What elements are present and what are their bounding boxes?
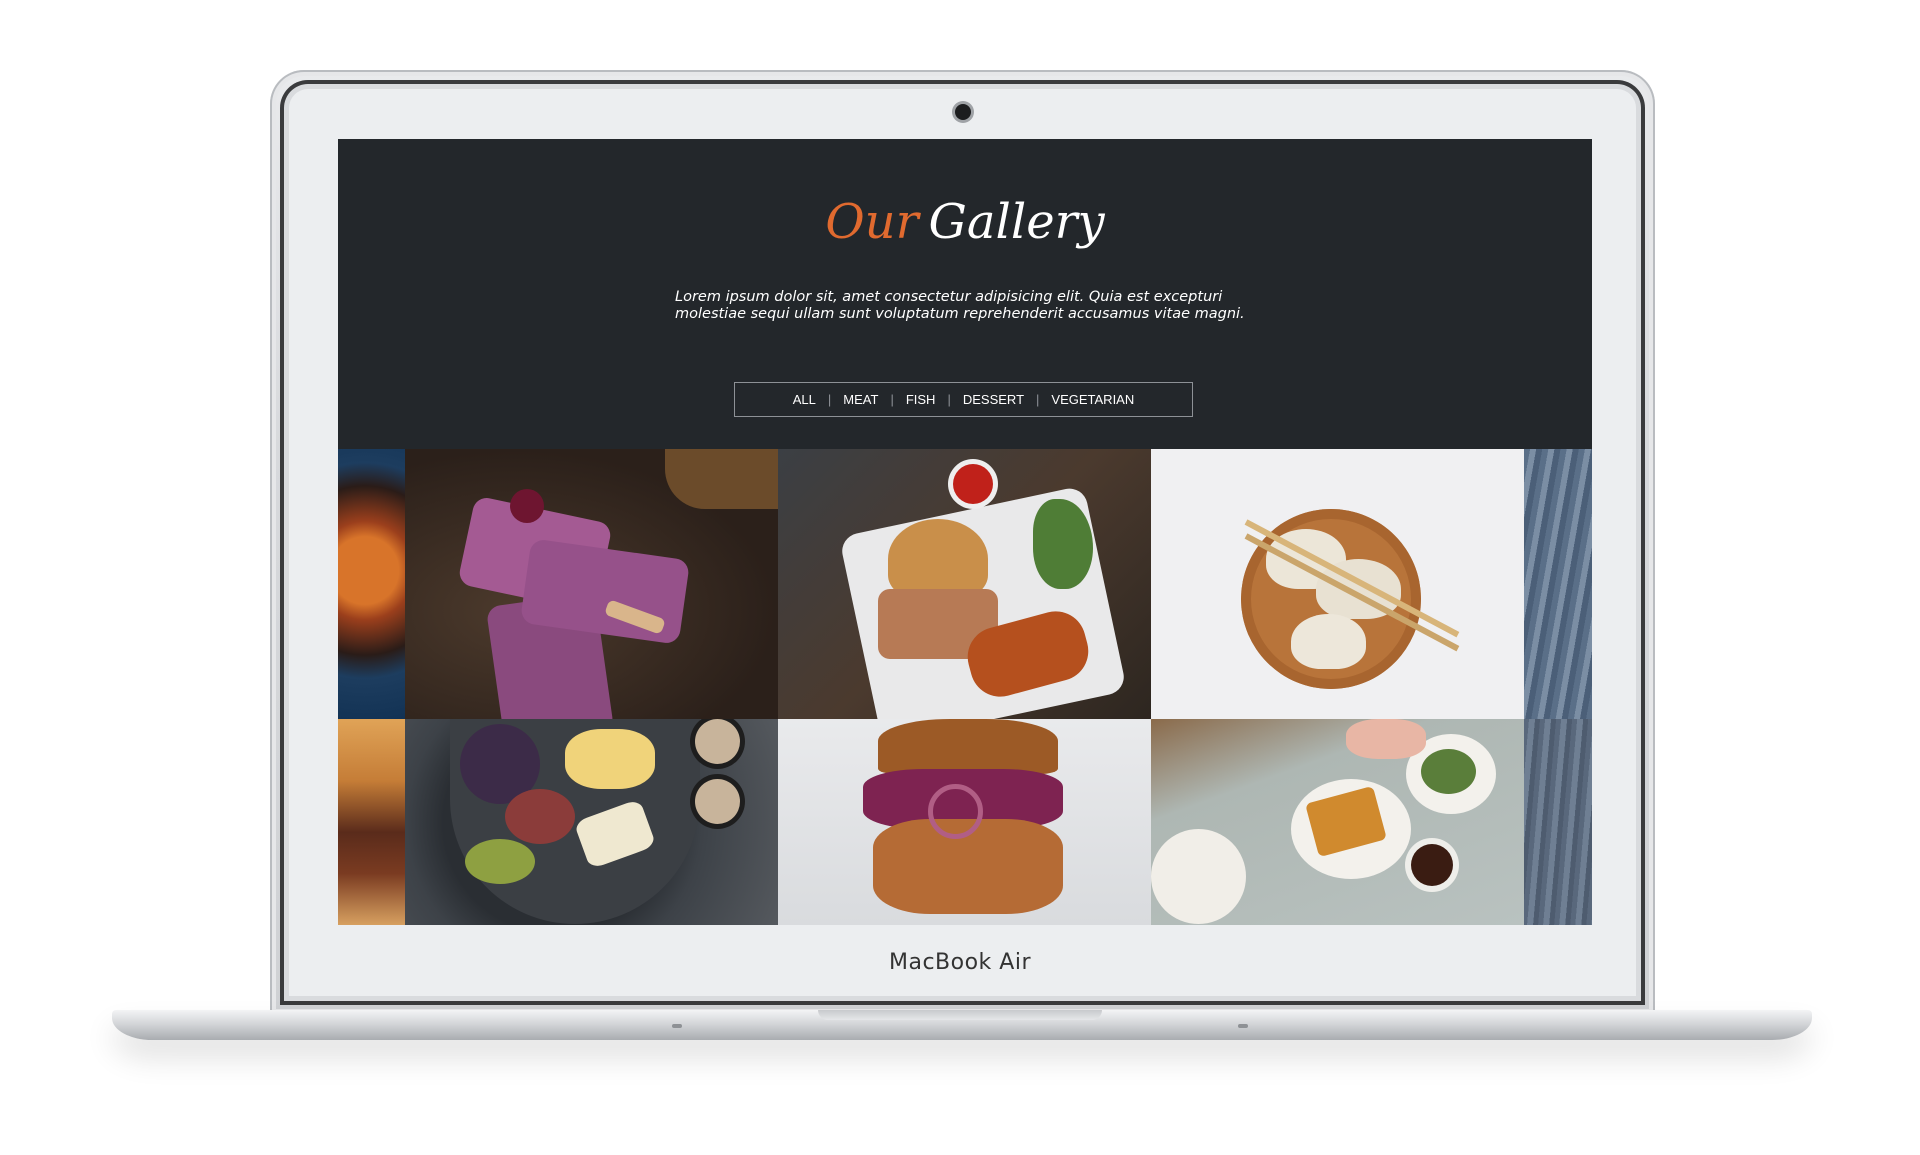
page-subtitle: Lorem ipsum dolor sit, amet consectetur …	[675, 289, 1245, 322]
page-title: Our Gallery	[338, 194, 1592, 250]
camera-icon	[955, 104, 971, 120]
gallery-image-fried-chicken-burger[interactable]	[778, 719, 1151, 925]
laptop-foot	[672, 1024, 682, 1028]
laptop-brand-label: MacBook Air	[888, 950, 1031, 975]
laptop-hinge-notch	[818, 1010, 1102, 1020]
gallery-image-burger[interactable]	[338, 719, 405, 925]
gallery-image-rice-dish[interactable]	[338, 449, 405, 719]
gallery-filter-bar: ALL | MEAT | FISH | DESSERT | VEGETARIAN	[734, 382, 1193, 417]
gallery-image-cloth[interactable]	[1524, 449, 1592, 719]
laptop-foot	[1238, 1024, 1248, 1028]
filter-meat[interactable]: MEAT	[831, 392, 890, 407]
filter-dessert[interactable]: DESSERT	[951, 392, 1036, 407]
website-screen: Our Gallery Lorem ipsum dolor sit, amet c…	[338, 139, 1592, 925]
filter-all[interactable]: ALL	[781, 392, 828, 407]
gallery-image-wood-table[interactable]	[1524, 719, 1592, 925]
filter-vegetarian[interactable]: VEGETARIAN	[1039, 392, 1146, 407]
gallery-image-fig-platter[interactable]	[405, 719, 778, 925]
gallery-image-dumplings[interactable]	[1151, 449, 1524, 719]
filter-fish[interactable]: FISH	[894, 392, 948, 407]
gallery-image-waffle-brunch[interactable]	[1151, 719, 1524, 925]
gallery-image-berry-popsicles[interactable]	[405, 449, 778, 719]
title-main: Gallery	[928, 194, 1105, 250]
title-accent: Our	[825, 194, 919, 250]
gallery-image-burger-and-fries[interactable]	[778, 449, 1151, 719]
